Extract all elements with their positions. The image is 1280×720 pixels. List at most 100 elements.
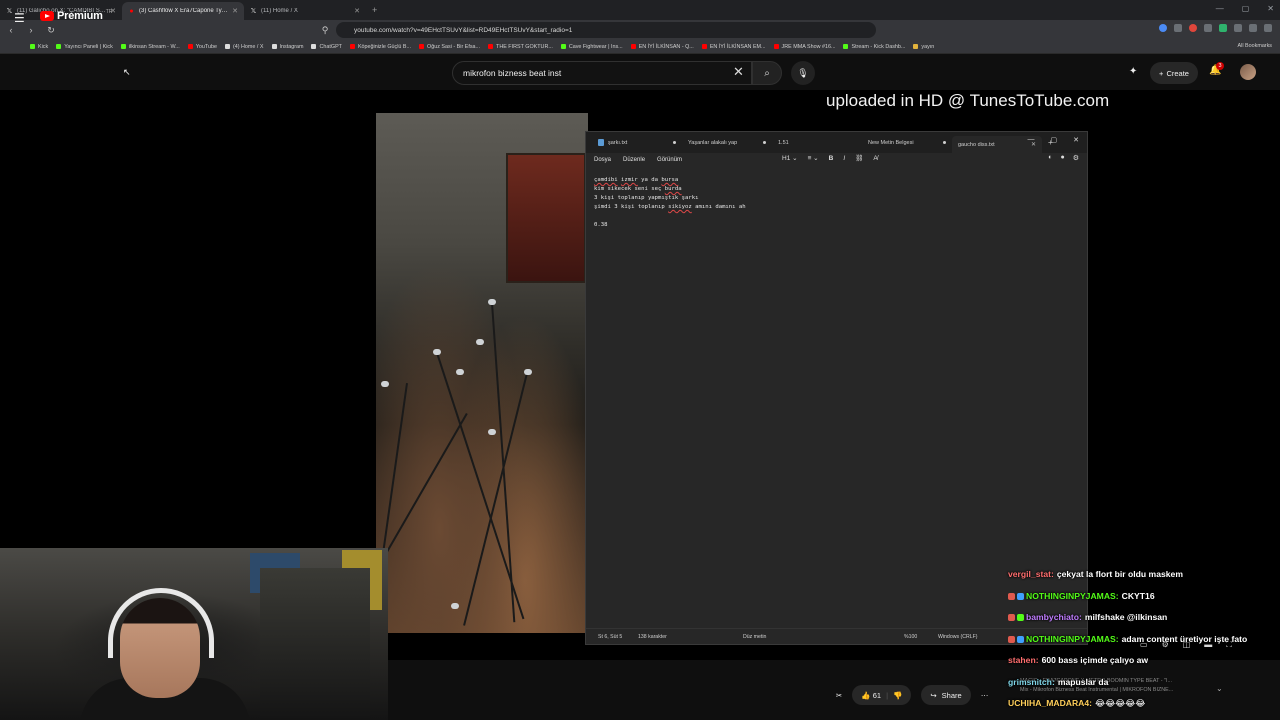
copilot-icon[interactable]: ◐ bbox=[1048, 154, 1052, 162]
bookmark-item[interactable]: JRE MMA Show #16... bbox=[773, 44, 835, 50]
youtube-brand-label: Premium bbox=[57, 10, 103, 22]
text-word: ya bbox=[641, 177, 648, 183]
microphone-icon: 🎙 bbox=[797, 67, 809, 78]
bookmark-item[interactable]: Oğuz Sasi - Bir Efsa... bbox=[419, 44, 480, 50]
bookmark-item[interactable]: Yayıncı Paneli | Kick bbox=[56, 44, 113, 50]
spellcheck-error: izmir bbox=[620, 177, 638, 183]
bookmark-label: ChatGPT bbox=[319, 43, 342, 50]
chat-message: grimsnitch: mapuslar da bbox=[1004, 672, 1280, 694]
chat-username: NOTHINGINPYJAMAS: bbox=[1026, 590, 1119, 601]
create-button[interactable]: + Create bbox=[1150, 62, 1198, 84]
close-tab-icon[interactable]: ✕ bbox=[354, 7, 360, 15]
account-avatar[interactable] bbox=[1240, 64, 1256, 80]
youtube-logo[interactable]: Premium TR bbox=[40, 9, 113, 22]
bookmark-favicon-icon bbox=[913, 44, 919, 49]
settings-gear-icon[interactable]: ⚙ bbox=[1073, 154, 1079, 162]
region-code: TR bbox=[105, 9, 113, 15]
notepad-text-area[interactable]: çamdibi izmir ya da bursa kim sikecek sen… bbox=[594, 176, 1079, 230]
bookmark-favicon-icon bbox=[630, 44, 636, 49]
chat-message: stahen: 600 bass içimde çalıyo aw bbox=[1004, 650, 1280, 672]
notepad-tab[interactable]: 1.51 bbox=[772, 140, 862, 146]
notepad-tab[interactable]: şarkı.txt bbox=[592, 139, 682, 146]
bookmark-label: EN İYİ İLKİNSAN - Q... bbox=[638, 43, 694, 50]
search-query-text: mikrofon bizness beat inst bbox=[463, 68, 562, 78]
remix-icon[interactable]: ✂ bbox=[836, 691, 842, 700]
bookmark-item[interactable]: ChatGPT bbox=[311, 43, 342, 50]
bookmark-item[interactable]: THE FIRST GOKTUR... bbox=[488, 44, 553, 50]
bookmark-item[interactable]: ilkinsan Stream - W... bbox=[120, 44, 180, 50]
address-bar[interactable]: youtube.com/watch?v=49EHctTSUvY&list=RD4… bbox=[336, 22, 876, 38]
extension-icon[interactable] bbox=[1174, 24, 1182, 32]
extension-icon[interactable] bbox=[1159, 24, 1167, 32]
zoom-level[interactable]: %100 bbox=[904, 634, 917, 640]
text-word: kişi bbox=[620, 204, 635, 210]
bold-icon[interactable]: B bbox=[829, 155, 834, 162]
cast-icon[interactable]: ✦ bbox=[1129, 66, 1137, 77]
text-format[interactable]: Düz metin bbox=[743, 634, 766, 640]
dislike-button[interactable]: 👎 bbox=[893, 691, 902, 700]
bookmark-item[interactable]: EN İYİ İLKİNSAN - Q... bbox=[630, 43, 694, 50]
reload-icon[interactable]: ↻ bbox=[46, 25, 56, 36]
heading-select[interactable]: H1 ⌄ bbox=[782, 154, 798, 162]
link-icon[interactable]: ⛓ bbox=[855, 154, 863, 162]
extension-icon[interactable] bbox=[1234, 24, 1242, 32]
extension-icon[interactable] bbox=[1189, 24, 1197, 32]
minimize-icon[interactable]: — bbox=[1216, 4, 1224, 13]
video-watermark-text: uploaded in HD @ TunesToTube.com bbox=[826, 91, 1110, 110]
extension-icon[interactable] bbox=[1249, 24, 1257, 32]
forward-arrow-icon[interactable]: › bbox=[26, 25, 36, 35]
list-icon[interactable]: ≡ ⌄ bbox=[808, 154, 819, 162]
close-icon[interactable]: ✕ bbox=[1073, 136, 1079, 144]
site-info-icon[interactable]: ⚲ bbox=[320, 25, 330, 36]
account-icon[interactable]: ● bbox=[1060, 154, 1064, 162]
minimize-icon[interactable]: — bbox=[1028, 136, 1035, 144]
notepad-tab[interactable]: New Metin Belgesi bbox=[862, 140, 952, 146]
share-button[interactable]: ↪ Share bbox=[921, 685, 971, 705]
stream-chat-overlay: vergil_stat: çekyat la flort bir oldu mas… bbox=[1004, 564, 1280, 715]
all-bookmarks-link[interactable]: All Bookmarks bbox=[1238, 43, 1272, 49]
clear-format-icon[interactable]: A̸ bbox=[873, 155, 877, 162]
line-ending[interactable]: Windows (CRLF) bbox=[938, 634, 978, 640]
bookmark-item[interactable]: yayın bbox=[913, 44, 934, 50]
browser-tab[interactable]: ● (3) Cashflow X Era7Capone Type... ✕ bbox=[122, 2, 244, 20]
menu-hamburger-icon[interactable]: ☰ bbox=[14, 11, 25, 25]
x-logo-icon: 𝕏 bbox=[6, 7, 13, 15]
extension-icon[interactable] bbox=[1219, 24, 1227, 32]
notepad-menu-item[interactable]: Görünüm bbox=[657, 157, 682, 163]
search-button[interactable]: ⌕ bbox=[752, 61, 782, 85]
italic-icon[interactable]: I bbox=[843, 155, 845, 162]
bookmark-item[interactable]: Cave Fightwear | Ins... bbox=[560, 44, 623, 50]
close-icon[interactable]: ✕ bbox=[1267, 4, 1274, 13]
search-input[interactable]: mikrofon bizness beat inst bbox=[452, 61, 752, 85]
character-count: 138 karakter bbox=[638, 633, 667, 640]
bookmark-item[interactable]: EN İYİ İLKİNSAN EM... bbox=[701, 44, 766, 50]
unsaved-indicator-icon bbox=[943, 141, 946, 144]
extension-icon[interactable] bbox=[1204, 24, 1212, 32]
chat-badge-icon bbox=[1008, 592, 1015, 600]
close-tab-icon[interactable]: ✕ bbox=[232, 7, 238, 15]
bookmark-item[interactable]: Instagram bbox=[271, 44, 303, 50]
more-options-icon[interactable]: ⋯ bbox=[981, 691, 989, 700]
bookmark-item[interactable]: YouTube bbox=[187, 44, 217, 50]
notepad-tab[interactable]: Yaşanlar alakalı yap bbox=[682, 140, 772, 146]
bookmark-favicon-icon bbox=[773, 44, 779, 49]
new-tab-button[interactable]: + bbox=[372, 5, 377, 15]
back-arrow-icon[interactable]: ‹ bbox=[6, 25, 16, 35]
voice-search-button[interactable]: 🎙 bbox=[791, 61, 815, 85]
bookmark-item[interactable]: Köpeğinizle Güçlü B... bbox=[349, 44, 411, 50]
microphone-head bbox=[381, 381, 389, 387]
microphone-head bbox=[451, 603, 459, 609]
bookmark-item[interactable]: (4) Home / X bbox=[224, 44, 264, 50]
notepad-menu-item[interactable]: Düzenle bbox=[623, 157, 645, 163]
clear-search-icon[interactable]: ✕ bbox=[733, 64, 744, 80]
like-button[interactable]: 👍 61 bbox=[861, 691, 881, 700]
maximize-icon[interactable]: ▢ bbox=[1242, 4, 1250, 13]
bookmark-favicon-icon bbox=[488, 44, 494, 49]
browser-tab[interactable]: 𝕏 (11) Home / X ✕ bbox=[244, 2, 366, 20]
bookmark-favicon-icon bbox=[120, 44, 126, 49]
bookmark-item[interactable]: Stream - Kick Dashb... bbox=[843, 44, 905, 50]
profile-icon[interactable] bbox=[1264, 24, 1272, 32]
notepad-menu-item[interactable]: Dosya bbox=[594, 157, 611, 163]
maximize-icon[interactable]: ▢ bbox=[1051, 136, 1058, 144]
bookmark-item[interactable]: Kick bbox=[30, 44, 48, 50]
